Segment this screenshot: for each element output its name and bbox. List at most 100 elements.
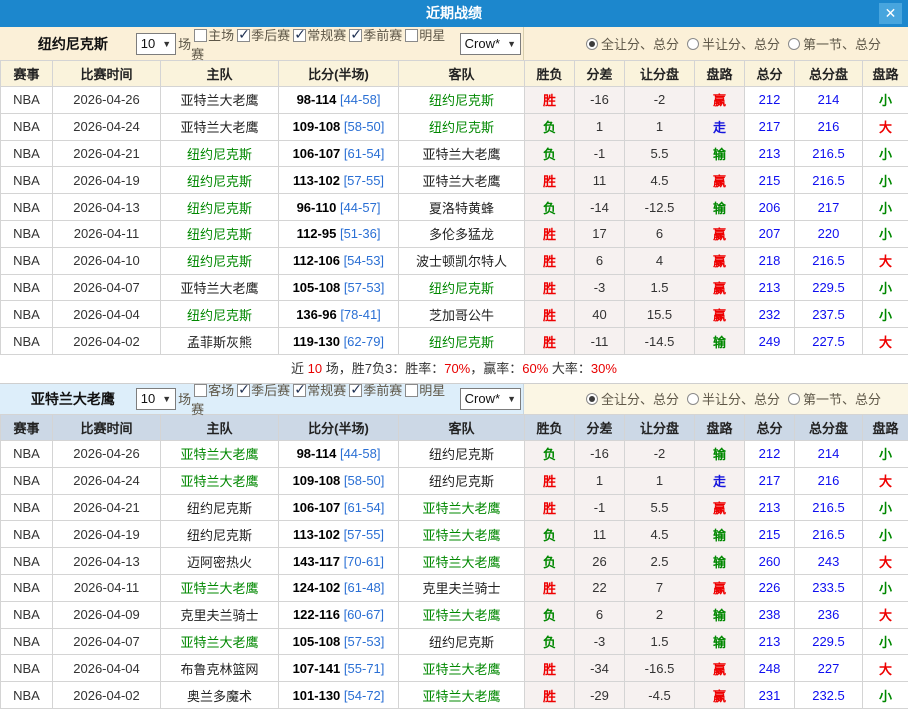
half-score: [58-50] (344, 473, 384, 488)
handicap-line-cell: -2 (625, 440, 695, 467)
filter-checkbox[interactable] (293, 384, 306, 397)
half-score: [44-57] (340, 200, 380, 215)
handicap-line-cell: 5.5 (625, 494, 695, 521)
filter-checkbox-label: 季后赛 (251, 383, 290, 398)
filter-checkbox[interactable] (405, 384, 418, 397)
handicap-result-cell: 赢 (695, 301, 745, 328)
column-header: 总分盘 (795, 414, 863, 440)
full-score: 109-108 (293, 119, 341, 134)
over-under-cell: 大 (863, 655, 908, 682)
column-header: 胜负 (525, 414, 575, 440)
filter-checkbox-label: 季前赛 (363, 28, 402, 43)
handicap-result-cell: 输 (695, 140, 745, 167)
handicap-result-cell: 输 (695, 601, 745, 628)
home-team-cell: 亚特兰大老鹰 (161, 574, 279, 601)
filter-checkbox[interactable] (349, 29, 362, 42)
filter-checkbox-label: 客场 (208, 383, 234, 398)
odds-mode-radio[interactable] (586, 393, 598, 405)
column-header: 赛事 (1, 61, 53, 87)
odds-mode-radio[interactable] (586, 38, 598, 50)
filter-checkbox[interactable] (194, 29, 207, 42)
result-cell: 胜 (525, 247, 575, 274)
half-score: [57-55] (344, 173, 384, 188)
over-under-cell: 小 (863, 87, 908, 114)
odds-mode-radio[interactable] (788, 38, 800, 50)
table-row: NBA2026-04-07亚特兰大老鹰105-108 [57-53]纽约尼克斯负… (1, 628, 908, 655)
filter-checkbox-label: 季前赛 (363, 383, 402, 398)
date-cell: 2026-04-04 (53, 655, 161, 682)
away-team-cell: 纽约尼克斯 (399, 440, 525, 467)
league-cell: NBA (1, 301, 53, 328)
point-diff-cell: -34 (575, 655, 625, 682)
games-count-select[interactable]: 10 ▼ (136, 33, 176, 55)
odds-mode-radio[interactable] (687, 38, 699, 50)
filter-checkbox[interactable] (237, 29, 250, 42)
total-line-cell: 229.5 (795, 628, 863, 655)
full-score: 143-117 (293, 554, 340, 569)
filter-checkbox[interactable] (349, 384, 362, 397)
total-line-cell: 216.5 (795, 167, 863, 194)
handicap-line-cell: -2 (625, 87, 695, 114)
filter-checkbox[interactable] (237, 384, 250, 397)
score-cell: 113-102 [57-55] (279, 167, 399, 194)
over-under-cell: 小 (863, 682, 908, 709)
home-team-cell: 纽约尼克斯 (161, 494, 279, 521)
home-team-cell: 亚特兰大老鹰 (161, 274, 279, 301)
over-under-cell: 小 (863, 301, 908, 328)
filter-checkbox[interactable] (405, 29, 418, 42)
filter-checkbox-group: 客场季后赛常规赛季前赛明星赛 (191, 380, 458, 418)
odds-mode-radio[interactable] (687, 393, 699, 405)
total-line-cell: 216 (795, 113, 863, 140)
home-team-cell: 纽约尼克斯 (161, 167, 279, 194)
result-cell: 负 (525, 601, 575, 628)
away-team-cell: 芝加哥公牛 (399, 301, 525, 328)
away-team-cell: 亚特兰大老鹰 (399, 494, 525, 521)
total-line-cell: 233.5 (795, 574, 863, 601)
total-points-cell: 207 (745, 220, 795, 247)
league-cell: NBA (1, 548, 53, 575)
total-points-cell: 238 (745, 601, 795, 628)
handicap-line-cell: 4 (625, 247, 695, 274)
games-unit-label: 场 (178, 389, 191, 408)
score-cell: 113-102 [57-55] (279, 521, 399, 548)
total-line-cell: 217 (795, 194, 863, 221)
home-team-cell: 纽约尼克斯 (161, 220, 279, 247)
handicap-line-cell: -12.5 (625, 194, 695, 221)
result-cell: 胜 (525, 87, 575, 114)
score-cell: 112-106 [54-53] (279, 247, 399, 274)
away-team-cell: 纽约尼克斯 (399, 467, 525, 494)
team-filter-select[interactable]: Crow* ▼ (460, 388, 521, 410)
odds-mode-radio[interactable] (788, 393, 800, 405)
handicap-line-cell: 4.5 (625, 167, 695, 194)
away-team-cell: 亚特兰大老鹰 (399, 548, 525, 575)
total-points-cell: 213 (745, 274, 795, 301)
home-team-cell: 布鲁克林篮网 (161, 655, 279, 682)
games-count-select[interactable]: 10 ▼ (136, 388, 176, 410)
point-diff-cell: -16 (575, 440, 625, 467)
over-under-cell: 小 (863, 274, 908, 301)
summary-segment: 10 (308, 361, 322, 376)
close-icon: ✕ (885, 5, 897, 21)
handicap-result-cell: 赢 (695, 274, 745, 301)
away-team-cell: 亚特兰大老鹰 (399, 140, 525, 167)
odds-mode-radio-label: 半让分、总分 (702, 34, 780, 53)
filter-checkbox[interactable] (293, 29, 306, 42)
over-under-cell: 小 (863, 140, 908, 167)
half-score: [70-61] (344, 554, 384, 569)
team-filter-select[interactable]: Crow* ▼ (460, 33, 521, 55)
total-points-cell: 213 (745, 494, 795, 521)
column-header: 分差 (575, 61, 625, 87)
full-score: 124-102 (293, 580, 341, 595)
half-score: [58-50] (344, 119, 384, 134)
handicap-result-cell: 输 (695, 521, 745, 548)
total-line-cell: 216 (795, 467, 863, 494)
total-points-cell: 215 (745, 167, 795, 194)
handicap-result-cell: 赢 (695, 682, 745, 709)
close-button[interactable]: ✕ (879, 3, 902, 24)
score-cell: 106-107 [61-54] (279, 494, 399, 521)
handicap-line-cell: -4.5 (625, 682, 695, 709)
filter-checkbox[interactable] (194, 384, 207, 397)
result-cell: 负 (525, 628, 575, 655)
table-row: NBA2026-04-26亚特兰大老鹰98-114 [44-58]纽约尼克斯负-… (1, 440, 908, 467)
total-line-cell: 236 (795, 601, 863, 628)
